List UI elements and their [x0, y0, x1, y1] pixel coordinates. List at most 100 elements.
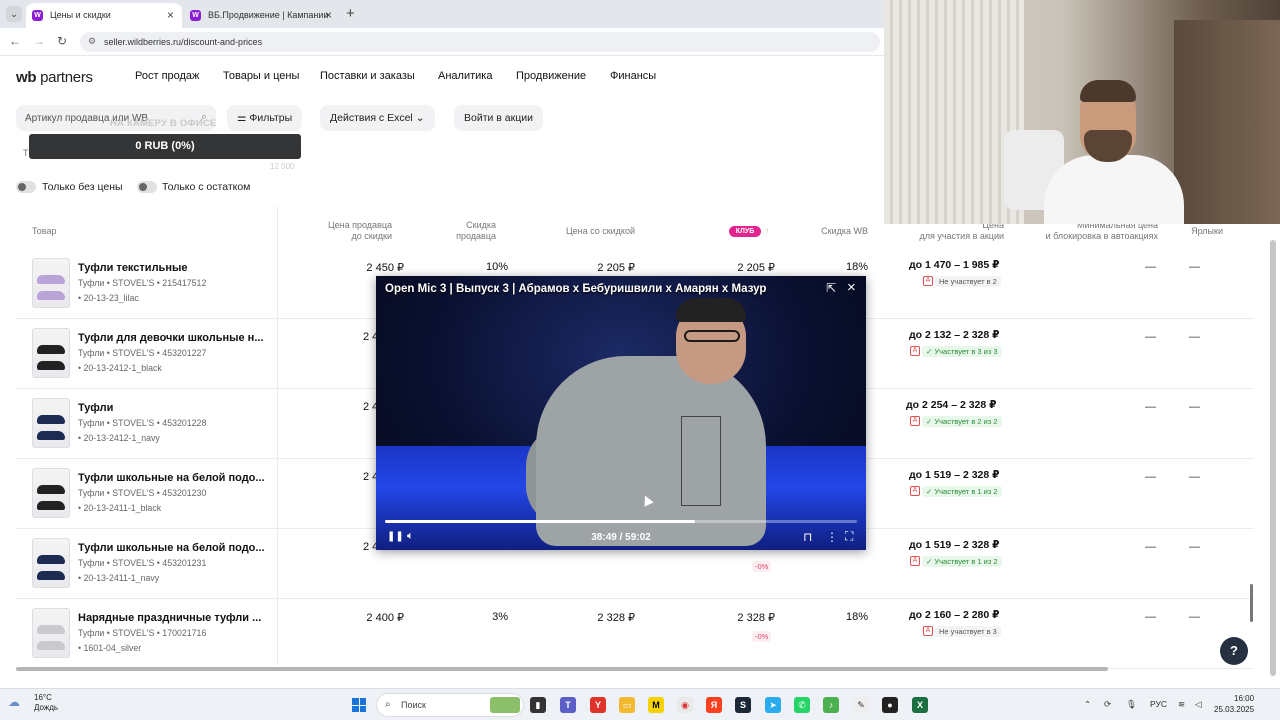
help-button[interactable]: ? [1220, 637, 1248, 665]
product-name[interactable]: Туфли школьные на белой подо... [78, 472, 265, 484]
new-tab-icon[interactable]: + [346, 5, 355, 22]
news-widget-icon[interactable] [490, 697, 520, 713]
filters-button[interactable]: ⚌ Фильтры [227, 105, 303, 131]
chrome-icon[interactable]: ◉ [677, 697, 693, 713]
tray-app-icon[interactable]: ⟳ [1104, 699, 1111, 710]
nav-item-promotion[interactable]: Продвижение [516, 70, 586, 82]
excel-actions-button[interactable]: Действия с Excel ⌄ [320, 105, 435, 131]
promo-status-badge[interactable]: ✓ Участвует в 1 из 2 [922, 556, 1002, 567]
teams-icon[interactable]: T [560, 697, 576, 713]
promo-action-icon: A [923, 626, 933, 636]
col-discounted-price[interactable]: Цена со скидкой [545, 226, 635, 237]
video-pip-window[interactable]: Open Mic 3 | Выпуск 3 | Абрамов х Бебури… [376, 276, 866, 550]
horizontal-scrollbar[interactable] [16, 667, 1108, 671]
product-name[interactable]: Туфли для девочки школьные н... [78, 332, 264, 344]
product-thumbnail[interactable] [32, 328, 70, 378]
utility-icon[interactable]: ✎ [853, 697, 869, 713]
input-language[interactable]: РУС [1150, 699, 1167, 709]
performer-glasses [684, 330, 740, 342]
col-product[interactable]: Товар [32, 226, 57, 237]
nav-item-goods-prices[interactable]: Товары и цены [223, 70, 299, 82]
sort-arrow-icon[interactable]: ↑ [765, 226, 769, 235]
close-tab-icon[interactable]: × [167, 8, 174, 22]
product-article: • 20-13-2412-1_navy [78, 433, 160, 443]
back-arrow-icon[interactable]: ← [9, 34, 21, 48]
forward-arrow-icon[interactable]: → [33, 34, 45, 48]
product-thumbnail[interactable] [32, 608, 70, 658]
microphone-icon[interactable]: 🎙︎ [1126, 699, 1137, 710]
product-name[interactable]: Туфли школьные на белой подо... [78, 542, 265, 554]
performer-hair [676, 298, 746, 322]
promo-price-range: до 1 519 – 2 328 ₽ [909, 469, 1000, 481]
weather-widget[interactable]: ☁ 16°C Дождь [8, 693, 58, 713]
product-article: • 20-13-23_lilac [78, 293, 139, 303]
seller-discount[interactable]: 10% [450, 261, 508, 273]
yandex-icon[interactable]: Я [706, 697, 722, 713]
nav-item-growth[interactable]: Рост продаж [135, 70, 199, 82]
back-to-tab-icon[interactable]: ⇱ [826, 281, 836, 295]
start-button[interactable] [352, 698, 366, 712]
close-tab-icon[interactable]: × [325, 8, 332, 22]
file-explorer-icon[interactable]: ▭ [619, 697, 635, 713]
fullscreen-icon[interactable]: ⛶ [845, 529, 853, 544]
system-clock[interactable]: 16:00 25.03.2025 [1214, 693, 1254, 715]
wifi-icon[interactable]: ≋ [1178, 699, 1185, 710]
product-thumbnail[interactable] [32, 468, 70, 518]
browser-tab-prices[interactable]: W Цены и скидки × [26, 3, 182, 28]
site-info-icon[interactable]: ⚙ [88, 36, 96, 47]
nav-item-supplies[interactable]: Поставки и заказы [320, 70, 415, 82]
steam-icon[interactable]: S [735, 697, 751, 713]
reload-icon[interactable]: ↻ [57, 34, 67, 48]
promo-status-badge[interactable]: ✓ Участвует в 1 из 2 [922, 486, 1002, 497]
col-seller-price[interactable]: Цена продавца до скидки [318, 220, 392, 242]
address-bar[interactable]: ⚙ seller.wildberries.ru/discount-and-pri… [80, 32, 880, 52]
seller-discount[interactable]: 3% [450, 611, 508, 623]
product-brand-sku: Туфли • STOVEL'S • 453201228 [78, 418, 207, 428]
speaker-icon[interactable]: ◁ [1195, 699, 1202, 710]
browser-tab-campaigns[interactable]: W ВБ.Продвижение | Кампании × [184, 3, 340, 28]
product-article: • 1601-04_silver [78, 643, 142, 653]
product-thumbnail[interactable] [32, 398, 70, 448]
yandex-browser-icon[interactable]: Y [590, 697, 606, 713]
product-name[interactable]: Туфли [78, 402, 113, 414]
whatsapp-icon[interactable]: ✆ [794, 697, 810, 713]
video-title: Open Mic 3 | Выпуск 3 | Абрамов х Бебури… [385, 283, 767, 295]
seller-price[interactable]: 2 400 ₽ [300, 611, 404, 624]
video-timecode: 38:49 / 59:02 [591, 532, 651, 543]
video-progress-bar[interactable] [385, 520, 857, 523]
close-icon[interactable]: × [847, 279, 856, 296]
promo-status-badge[interactable]: ✓ Участвует в 3 из 3 [922, 346, 1002, 357]
toggle-no-price[interactable] [16, 181, 36, 193]
promo-status-badge[interactable]: Не участвует в 2 [935, 276, 1001, 287]
miro-icon[interactable]: M [648, 697, 664, 713]
obs-icon[interactable]: ● [882, 697, 898, 713]
seller-price[interactable]: 2 450 ₽ [300, 261, 404, 274]
promo-status-badge[interactable]: Не участвует в 3 [935, 626, 1001, 637]
page-scrollbar[interactable] [1270, 240, 1276, 676]
tab-list-chevron-icon[interactable]: ⌄ [6, 6, 22, 22]
product-thumbnail[interactable] [32, 538, 70, 588]
enter-promotions-button[interactable]: Войти в акции [454, 105, 543, 131]
wildberries-favicon-icon: W [32, 10, 43, 21]
col-wb-discount[interactable]: Скидка WB [800, 226, 868, 237]
promo-status-badge[interactable]: ✓ Участвует в 2 из 2 [922, 416, 1002, 427]
product-thumbnail[interactable] [32, 258, 70, 308]
excel-icon[interactable]: X [912, 697, 928, 713]
col-labels[interactable]: Ярлыки [1180, 226, 1223, 237]
nav-item-analytics[interactable]: Аналитика [438, 70, 492, 82]
wb-partners-logo[interactable]: wb partners [16, 69, 93, 86]
product-name[interactable]: Туфли текстильные [78, 262, 187, 274]
app-icon[interactable]: ♪ [823, 697, 839, 713]
toggle-in-stock-label: Только с остатком [162, 181, 251, 193]
nav-item-finance[interactable]: Финансы [610, 70, 656, 82]
bookmark-icon[interactable]: ⊓ [803, 530, 812, 544]
tray-chevron-icon[interactable]: ⌃ [1084, 699, 1091, 710]
table-vertical-scrollbar[interactable] [1250, 584, 1253, 622]
toggle-in-stock[interactable] [137, 181, 157, 193]
product-name[interactable]: Нарядные праздничные туфли ... [78, 612, 261, 624]
task-view-icon[interactable]: ▮ [530, 697, 546, 713]
promo-action-icon: A [910, 416, 920, 426]
telegram-icon[interactable]: ➤ [765, 697, 781, 713]
col-seller-discount[interactable]: Скидка продавца [446, 220, 496, 242]
more-options-icon[interactable]: ⋮ [826, 530, 838, 544]
